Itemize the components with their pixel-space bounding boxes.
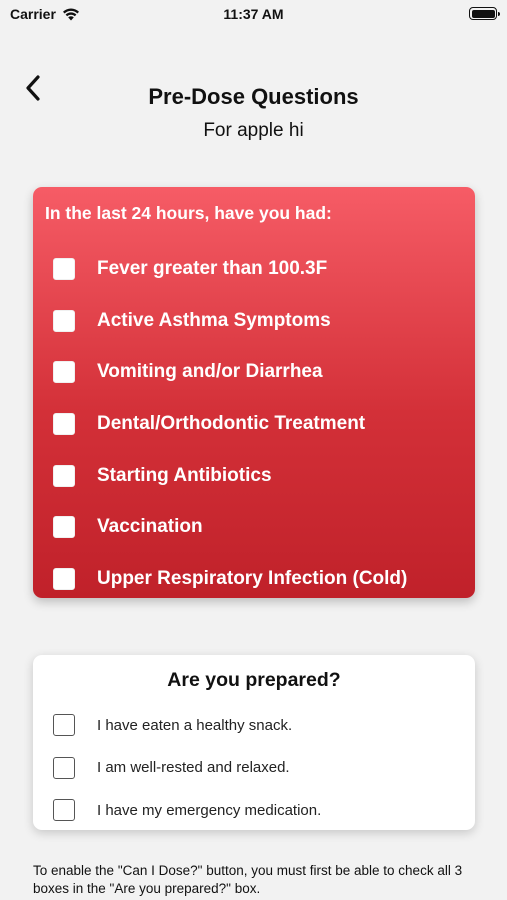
prepared-heading: Are you prepared?: [167, 669, 341, 691]
checkbox-icon[interactable]: [53, 516, 75, 539]
symptom-checkbox-vomiting[interactable]: Vomiting and/or Diarrhea: [53, 346, 407, 398]
page-title: Pre-Dose Questions: [148, 84, 359, 109]
prepared-label: I have eaten a healthy snack.: [97, 716, 293, 734]
checkbox-icon[interactable]: [53, 714, 75, 737]
prepared-label: I am well-rested and relaxed.: [97, 759, 290, 777]
checkbox-icon[interactable]: [53, 412, 75, 435]
symptom-label: Upper Respiratory Infection (Cold): [97, 567, 408, 589]
footer-note: To enable the "Can I Dose?" button, you …: [33, 863, 463, 896]
symptom-label: Active Asthma Symptoms: [97, 309, 331, 331]
symptoms-card: In the last 24 hours, have you had: Feve…: [33, 187, 475, 598]
status-time: 11:37 AM: [223, 6, 284, 22]
symptom-checkbox-antibiotics[interactable]: Starting Antibiotics: [53, 450, 407, 502]
symptom-checkbox-cold[interactable]: Upper Respiratory Infection (Cold): [53, 553, 407, 605]
symptom-checkbox-fever[interactable]: Fever greater than 100.3F: [53, 243, 407, 295]
symptom-label: Fever greater than 100.3F: [97, 257, 328, 279]
symptom-checkbox-asthma[interactable]: Active Asthma Symptoms: [53, 295, 407, 347]
prepared-card: Are you prepared? I have eaten a healthy…: [33, 655, 475, 830]
prepared-list: I have eaten a healthy snack. I am well-…: [53, 704, 321, 832]
prepared-checkbox-snack[interactable]: I have eaten a healthy snack.: [53, 704, 321, 747]
symptoms-list: Fever greater than 100.3F Active Asthma …: [53, 243, 407, 605]
checkbox-icon[interactable]: [53, 567, 75, 590]
battery-icon: [469, 7, 500, 20]
checkbox-icon[interactable]: [53, 799, 75, 822]
checkbox-icon[interactable]: [53, 361, 75, 384]
symptom-label: Starting Antibiotics: [97, 464, 272, 486]
prepared-checkbox-rested[interactable]: I am well-rested and relaxed.: [53, 747, 321, 790]
prepared-label: I have my emergency medication.: [97, 801, 322, 819]
page-subtitle: For apple hi: [203, 120, 304, 141]
checkbox-icon[interactable]: [53, 309, 75, 332]
symptom-label: Dental/Orthodontic Treatment: [97, 412, 366, 434]
symptom-checkbox-vaccination[interactable]: Vaccination: [53, 501, 407, 553]
checkbox-icon[interactable]: [53, 756, 75, 779]
prepared-checkbox-medication[interactable]: I have my emergency medication.: [53, 789, 321, 832]
symptom-label: Vomiting and/or Diarrhea: [97, 361, 323, 383]
symptom-label: Vaccination: [97, 516, 203, 538]
status-bar: Carrier 11:37 AM: [0, 0, 507, 30]
checkbox-icon[interactable]: [53, 257, 75, 280]
symptom-checkbox-dental[interactable]: Dental/Orthodontic Treatment: [53, 398, 407, 450]
checkbox-icon[interactable]: [53, 464, 75, 487]
symptoms-heading: In the last 24 hours, have you had:: [45, 203, 332, 223]
